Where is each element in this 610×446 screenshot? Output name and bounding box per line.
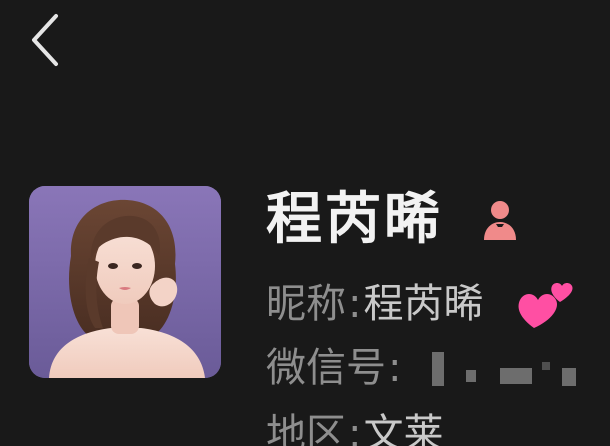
wechat-id-value-redacted[interactable]	[430, 350, 610, 390]
nickname-separator: :	[348, 281, 362, 327]
two-hearts-icon	[518, 283, 573, 328]
nickname-row: 昵称:程芮晞	[266, 278, 483, 330]
nickname-label: 昵称	[266, 281, 346, 327]
wechat-id-label: 微信号	[266, 345, 386, 391]
female-user-icon	[484, 201, 516, 240]
avatar[interactable]	[29, 186, 221, 378]
nickname-value: 程芮晞	[363, 281, 484, 327]
region-label: 地区	[266, 411, 346, 446]
display-name: 程芮晞	[266, 187, 443, 252]
back-button[interactable]	[24, 10, 72, 70]
region-value: 文莱	[363, 411, 444, 446]
wechat-id-row: 微信号:	[266, 342, 403, 394]
profile-screen: 程芮晞 昵称:程芮晞 微信号: 地区:文莱	[0, 0, 610, 446]
region-row: 地区:文莱	[266, 408, 443, 446]
profile-photo	[29, 186, 221, 378]
region-separator: :	[348, 411, 362, 446]
wechat-id-separator: :	[388, 345, 402, 391]
chevron-left-icon	[32, 14, 58, 66]
